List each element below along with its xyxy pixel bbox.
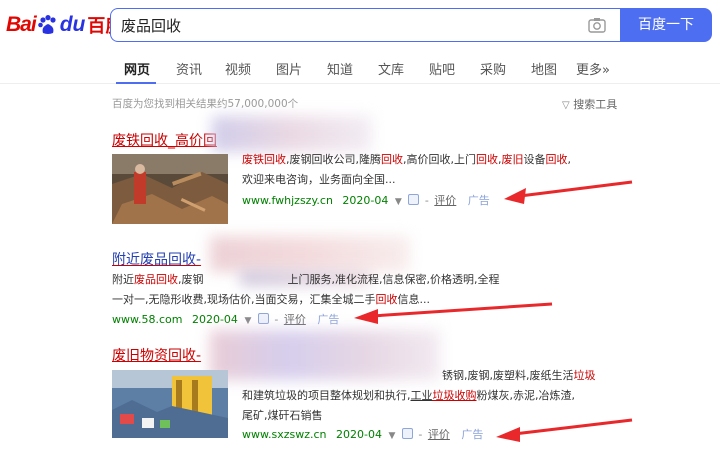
annotation-arrows [354, 180, 633, 442]
arrow-annotation-3 [496, 418, 633, 442]
arrow-annotation-2 [354, 302, 553, 324]
arrow-annotation-1 [504, 180, 633, 204]
